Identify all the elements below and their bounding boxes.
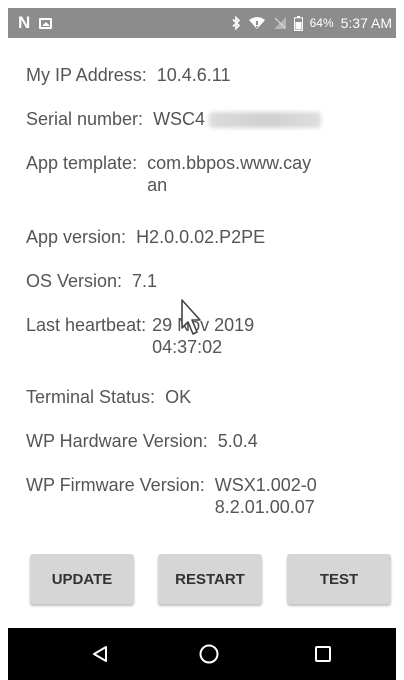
wifi-icon — [248, 16, 266, 30]
ip-row: My IP Address: 10.4.6.11 — [26, 64, 230, 86]
ip-label: My IP Address: — [26, 65, 147, 85]
template-label: App template: — [26, 153, 138, 173]
heartbeat-time: 04:37:02 — [152, 337, 223, 357]
serial-redacted-area — [209, 112, 322, 129]
hardware-version-value: 5.0.4 — [217, 431, 258, 451]
template-value-line-1: com.bbpos.www.cay — [147, 153, 312, 173]
test-button[interactable]: TEST — [287, 554, 391, 604]
frame-top — [0, 0, 404, 8]
clock-time: 5:37 AM — [340, 15, 392, 31]
app-version-value: H2.0.0.02.P2PE — [136, 227, 266, 247]
image-icon — [39, 17, 53, 29]
back-button[interactable] — [86, 641, 116, 667]
firmware-version-line-2: 8.2.01.00.07 — [214, 497, 315, 517]
mouse-cursor-icon — [181, 299, 201, 335]
serial-value: WSC4 — [153, 108, 322, 130]
home-button[interactable] — [194, 641, 224, 667]
heartbeat-row: Last heartbeat: 29 Nov 2019 04:37:02 — [26, 314, 254, 358]
recents-icon — [315, 646, 331, 662]
battery-percent: 64% — [309, 16, 334, 30]
template-value: com.bbpos.www.cay an — [147, 152, 311, 196]
ip-value: 10.4.6.11 — [156, 65, 231, 85]
heartbeat-label: Last heartbeat: — [26, 315, 147, 335]
hardware-version-row: WP Hardware Version: 5.0.4 — [26, 430, 258, 452]
home-icon — [199, 644, 219, 664]
restart-button[interactable]: RESTART — [158, 554, 262, 604]
serial-label: Serial number: — [26, 109, 144, 129]
update-button[interactable]: UPDATE — [30, 554, 134, 604]
app-version-row: App version: H2.0.0.02.P2PE — [26, 226, 265, 248]
template-value-line-2: an — [147, 175, 168, 195]
serial-value-text: WSC4 — [153, 109, 206, 129]
hardware-version-label: WP Hardware Version: — [26, 431, 208, 451]
template-row: App template: com.bbpos.www.cay an — [26, 152, 311, 196]
terminal-status-value: OK — [165, 387, 192, 407]
os-version-row: OS Version: 7.1 — [26, 270, 157, 292]
action-buttons: UPDATE RESTART TEST — [30, 554, 392, 604]
status-bar: N 64% 5:37 AM — [8, 8, 396, 38]
app-version-label: App version: — [26, 227, 127, 247]
n-icon: N — [18, 13, 30, 32]
os-version-value: 7.1 — [132, 271, 158, 291]
bluetooth-icon — [231, 16, 241, 30]
firmware-version-line-1: WSX1.002-0 — [214, 475, 317, 495]
terminal-status-label: Terminal Status: — [26, 387, 156, 407]
status-left: N — [8, 13, 53, 33]
firmware-version-row: WP Firmware Version: WSX1.002-0 8.2.01.0… — [26, 474, 317, 518]
terminal-status-row: Terminal Status: OK — [26, 386, 191, 408]
battery-icon — [293, 15, 303, 31]
firmware-version-value: WSX1.002-0 8.2.01.00.07 — [215, 474, 317, 518]
firmware-version-label: WP Firmware Version: — [26, 475, 205, 495]
os-version-label: OS Version: — [26, 271, 123, 291]
navigation-bar — [8, 628, 396, 680]
recents-button[interactable] — [308, 641, 338, 667]
serial-row: Serial number: WSC4 — [26, 108, 322, 130]
back-icon — [93, 646, 107, 662]
status-right: 64% 5:37 AM — [231, 15, 396, 31]
no-signal-icon — [273, 16, 287, 30]
